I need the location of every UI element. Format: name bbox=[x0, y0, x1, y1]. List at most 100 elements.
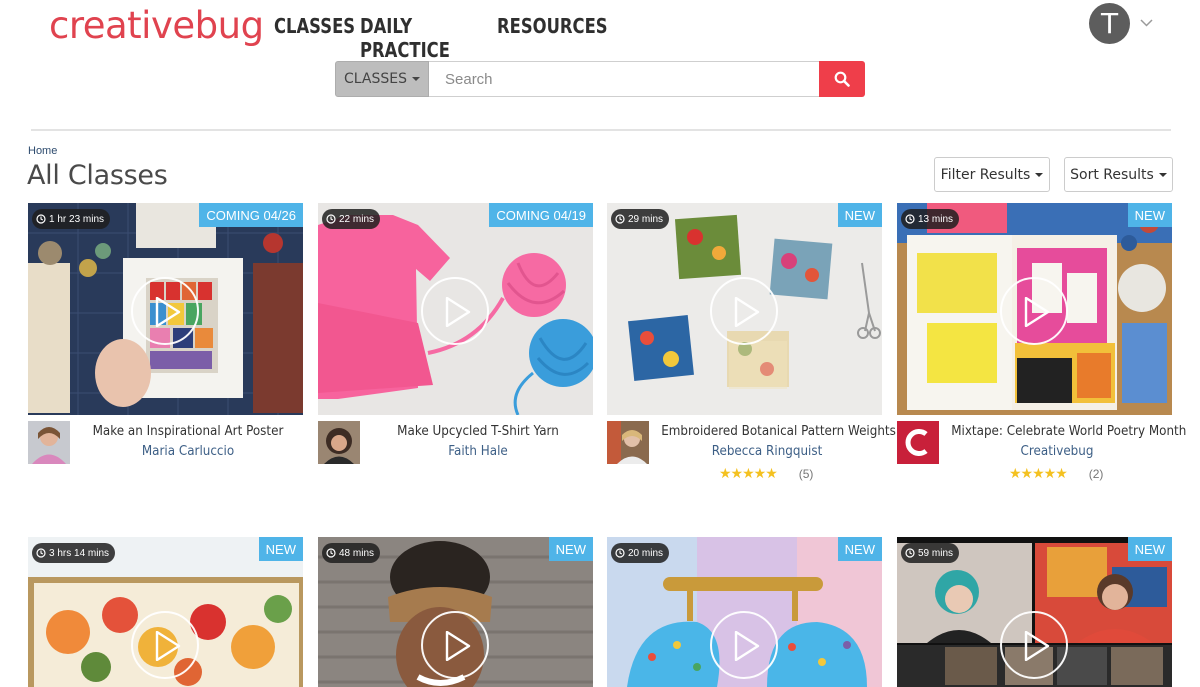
play-icon bbox=[445, 631, 471, 661]
play-icon bbox=[1024, 297, 1050, 327]
rating-count: (5) bbox=[798, 466, 814, 481]
class-title[interactable]: Mixtape: Celebrate World Poetry Month bbox=[951, 424, 1186, 439]
duration-badge: 59 mins bbox=[901, 543, 960, 563]
status-badge: NEW bbox=[548, 537, 593, 561]
play-button[interactable] bbox=[1000, 611, 1068, 679]
instructor-avatar-image bbox=[318, 421, 360, 464]
clock-icon bbox=[615, 548, 625, 558]
search-type-label: CLASSES bbox=[344, 71, 407, 87]
play-icon bbox=[445, 297, 471, 327]
status-badge: NEW bbox=[837, 537, 882, 561]
clock-icon bbox=[615, 214, 625, 224]
search-input[interactable] bbox=[429, 61, 819, 97]
nav-resources[interactable]: RESOURCES bbox=[497, 14, 608, 38]
clock-icon bbox=[905, 548, 915, 558]
clock-icon bbox=[36, 214, 46, 224]
class-thumbnail[interactable]: 48 mins NEW bbox=[318, 537, 593, 687]
duration-badge: 13 mins bbox=[901, 209, 960, 229]
status-badge: COMING 04/26 bbox=[199, 203, 303, 227]
duration-badge: 3 hrs 14 mins bbox=[32, 543, 116, 563]
chevron-down-icon[interactable] bbox=[1140, 16, 1153, 29]
header-divider bbox=[31, 129, 1171, 131]
rating: ★★★★★ (2) bbox=[1009, 465, 1103, 482]
instructor-photo[interactable] bbox=[897, 421, 939, 464]
clock-icon bbox=[36, 548, 46, 558]
duration-badge: 48 mins bbox=[322, 543, 381, 563]
search-bar: CLASSES bbox=[335, 61, 865, 97]
class-thumbnail[interactable]: 59 mins NEW bbox=[897, 537, 1172, 687]
class-thumbnail[interactable]: 29 mins NEW bbox=[607, 203, 882, 415]
sort-results-label: Sort Results bbox=[1070, 166, 1154, 183]
duration-text: 59 mins bbox=[918, 547, 954, 559]
clock-icon bbox=[905, 214, 915, 224]
site-header: creativebug CLASSES DAILY PRACTICE RESOU… bbox=[0, 0, 1200, 130]
duration-badge: 29 mins bbox=[611, 209, 670, 229]
class-title[interactable]: Make an Inspirational Art Poster bbox=[82, 424, 294, 439]
star-rating: ★★★★★ bbox=[719, 465, 778, 481]
rating-count: (2) bbox=[1088, 466, 1104, 481]
play-button[interactable] bbox=[710, 611, 778, 679]
play-icon bbox=[734, 631, 760, 661]
search-icon bbox=[834, 71, 850, 87]
star-rating: ★★★★★ bbox=[1009, 465, 1068, 481]
play-icon bbox=[155, 631, 181, 661]
rating: ★★★★★ (5) bbox=[719, 465, 813, 482]
instructor-name[interactable]: Rebecca Ringquist bbox=[661, 444, 873, 459]
sort-results-button[interactable]: Sort Results bbox=[1064, 157, 1173, 192]
clock-icon bbox=[326, 214, 336, 224]
status-badge: NEW bbox=[837, 203, 882, 227]
filter-results-button[interactable]: Filter Results bbox=[934, 157, 1050, 192]
play-button[interactable] bbox=[710, 277, 778, 345]
instructor-name[interactable]: Maria Carluccio bbox=[82, 444, 294, 459]
instructor-avatar-image bbox=[28, 421, 70, 464]
filter-results-label: Filter Results bbox=[940, 166, 1031, 183]
class-title[interactable]: Embroidered Botanical Pattern Weights bbox=[661, 424, 896, 439]
breadcrumb[interactable]: Home bbox=[28, 145, 57, 157]
user-avatar[interactable]: T bbox=[1089, 3, 1130, 44]
play-icon bbox=[1024, 631, 1050, 661]
creativebug-logo[interactable]: creativebug bbox=[49, 4, 264, 47]
status-badge: NEW bbox=[1127, 203, 1172, 227]
duration-badge: 20 mins bbox=[611, 543, 670, 563]
duration-text: 13 mins bbox=[918, 213, 954, 225]
status-badge: COMING 04/19 bbox=[489, 203, 593, 227]
nav-classes[interactable]: CLASSES bbox=[274, 14, 355, 38]
instructor-photo[interactable] bbox=[318, 421, 360, 464]
class-thumbnail[interactable]: 1 hr 23 mins COMING 04/26 bbox=[28, 203, 303, 415]
status-badge: NEW bbox=[1127, 537, 1172, 561]
class-thumbnail[interactable]: 13 mins NEW bbox=[897, 203, 1172, 415]
duration-text: 20 mins bbox=[628, 547, 664, 559]
search-button[interactable] bbox=[819, 61, 865, 97]
play-button[interactable] bbox=[421, 611, 489, 679]
play-button[interactable] bbox=[1000, 277, 1068, 345]
caret-down-icon bbox=[1158, 172, 1167, 177]
instructor-avatar-image bbox=[607, 421, 649, 464]
class-thumbnail[interactable]: 22 mins COMING 04/19 bbox=[318, 203, 593, 415]
page-title: All Classes bbox=[27, 160, 168, 191]
caret-down-icon bbox=[1035, 172, 1044, 177]
play-button[interactable] bbox=[131, 611, 199, 679]
play-icon bbox=[155, 297, 181, 327]
instructor-photo[interactable] bbox=[28, 421, 70, 464]
duration-badge: 1 hr 23 mins bbox=[32, 209, 111, 229]
play-icon bbox=[734, 297, 760, 327]
duration-text: 22 mins bbox=[339, 213, 375, 225]
play-button[interactable] bbox=[421, 277, 489, 345]
duration-text: 48 mins bbox=[339, 547, 375, 559]
duration-badge: 22 mins bbox=[322, 209, 381, 229]
instructor-name[interactable]: Creativebug bbox=[951, 444, 1163, 459]
nav-daily-practice[interactable]: DAILY PRACTICE bbox=[360, 14, 450, 62]
play-button[interactable] bbox=[131, 277, 199, 345]
class-thumbnail[interactable]: 20 mins NEW bbox=[607, 537, 882, 687]
clock-icon bbox=[326, 548, 336, 558]
search-type-dropdown[interactable]: CLASSES bbox=[335, 61, 429, 97]
class-title[interactable]: Make Upcycled T-Shirt Yarn bbox=[372, 424, 584, 439]
caret-down-icon bbox=[411, 77, 420, 81]
instructor-name[interactable]: Faith Hale bbox=[372, 444, 584, 459]
class-thumbnail[interactable]: 3 hrs 14 mins NEW bbox=[28, 537, 303, 687]
duration-text: 3 hrs 14 mins bbox=[49, 547, 110, 559]
duration-text: 1 hr 23 mins bbox=[49, 213, 105, 225]
instructor-photo[interactable] bbox=[607, 421, 649, 464]
creativebug-c-logo bbox=[897, 421, 939, 464]
status-badge: NEW bbox=[258, 537, 303, 561]
